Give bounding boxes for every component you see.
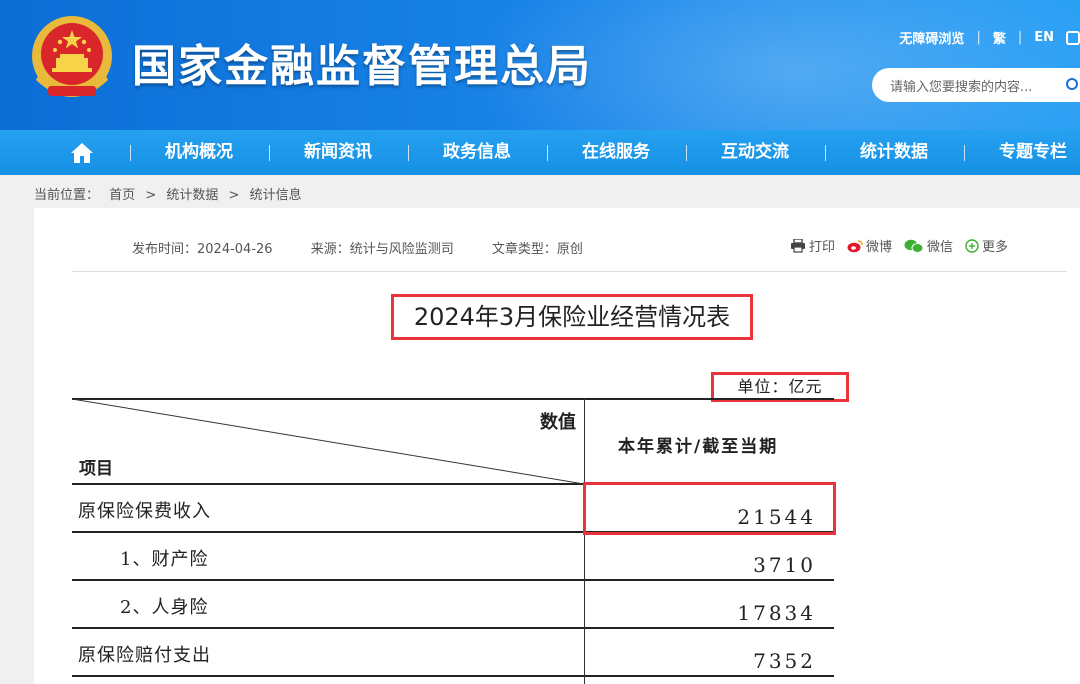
site-title[interactable]: 国家金融监督管理总局 — [132, 30, 592, 94]
nav-divider — [547, 145, 548, 161]
nav-item-interaction[interactable]: 互动交流 — [721, 130, 789, 175]
table-col-divider — [584, 398, 585, 684]
meta-divider — [72, 271, 1067, 272]
more-share-button[interactable]: 更多 — [965, 236, 1008, 255]
breadcrumb-stat-info[interactable]: 统计信息 — [250, 188, 302, 203]
header-item-label: 项目 — [79, 459, 113, 479]
header-column-label: 本年累计/截至当期 — [618, 437, 779, 457]
search-button[interactable] — [1062, 68, 1080, 102]
row-label-claims: 原保险赔付支出 — [78, 645, 211, 666]
wechat-label: 微信 — [927, 240, 954, 255]
document-title: 2024年3月保险业经营情况表 — [391, 294, 753, 340]
nav-item-news[interactable]: 新闻资讯 — [304, 130, 372, 175]
table-rule — [72, 675, 834, 677]
weibo-icon — [847, 239, 863, 252]
mobile-icon[interactable] — [1066, 30, 1080, 45]
row-label-life: 2、人身险 — [120, 597, 209, 618]
breadcrumb-sep: > — [145, 188, 157, 203]
nav-divider — [130, 145, 131, 161]
publish-date: 发布时间：2024-04-26 — [132, 242, 273, 257]
article-meta: 发布时间：2024-04-26 来源：统计与风险监测司 文章类型：原创 — [132, 238, 617, 257]
row-value-life: 17834 — [737, 601, 816, 625]
table-rule — [72, 627, 834, 629]
breadcrumb-home[interactable]: 首页 — [109, 188, 135, 203]
article-source: 来源：统计与风险监测司 — [310, 242, 454, 257]
article-content: 发布时间：2024-04-26 来源：统计与风险监测司 文章类型：原创 打印 微… — [34, 208, 1080, 684]
highlight-box — [583, 482, 836, 535]
search-placeholder: 请输入您要搜索的内容... — [890, 79, 1033, 95]
nav-item-online-services[interactable]: 在线服务 — [582, 130, 650, 175]
row-label-premium: 原保险保费收入 — [78, 501, 211, 522]
weibo-label: 微博 — [866, 240, 893, 255]
nav-item-special-topics[interactable]: 专题专栏 — [999, 130, 1067, 175]
breadcrumb-statistics[interactable]: 统计数据 — [166, 188, 218, 203]
site-header: 国家金融监督管理总局 无障碍浏览 | 繁 | EN 请输入您要搜索的内容... — [0, 0, 1080, 130]
main-nav: 机构概况 新闻资讯 政务信息 在线服务 互动交流 统计数据 专题专栏 — [0, 130, 1080, 175]
row-value-claims: 7352 — [753, 649, 816, 673]
accessibility-link[interactable]: 无障碍浏览 — [899, 28, 964, 47]
table-rule — [72, 579, 834, 581]
breadcrumb-sep: > — [228, 188, 240, 203]
nav-divider — [269, 145, 270, 161]
print-label: 打印 — [809, 240, 836, 255]
divider: | — [976, 30, 981, 45]
breadcrumb: 当前位置： 首页 > 统计数据 > 统计信息 — [34, 184, 308, 203]
insurance-table: 数值 项目 本年累计/截至当期 原保险保费收入 21544 1、财产险 3710… — [72, 398, 836, 684]
english-link[interactable]: EN — [1034, 30, 1054, 45]
weibo-share-button[interactable]: 微博 — [847, 236, 892, 255]
printer-icon — [791, 238, 805, 253]
row-label-property: 1、财产险 — [120, 549, 209, 570]
nav-divider — [825, 145, 826, 161]
header-value-label: 数值 — [540, 412, 576, 433]
breadcrumb-label: 当前位置： — [34, 188, 100, 203]
wechat-icon — [904, 239, 924, 253]
national-emblem-icon[interactable] — [30, 14, 114, 104]
plus-circle-icon — [965, 238, 979, 253]
header-diagonal — [72, 398, 584, 484]
nav-item-statistics[interactable]: 统计数据 — [860, 130, 928, 175]
more-label: 更多 — [982, 240, 1009, 255]
search-icon — [1066, 78, 1078, 90]
nav-divider — [686, 145, 687, 161]
print-button[interactable]: 打印 — [790, 236, 835, 255]
row-value-property: 3710 — [753, 553, 816, 577]
nav-divider — [408, 145, 409, 161]
wechat-share-button[interactable]: 微信 — [904, 236, 953, 255]
nav-divider — [964, 145, 965, 161]
nav-item-gov-info[interactable]: 政务信息 — [443, 130, 511, 175]
home-icon[interactable] — [70, 142, 94, 164]
divider: | — [1017, 30, 1023, 45]
top-links: 无障碍浏览 | 繁 | EN — [899, 28, 1080, 47]
search-input[interactable]: 请输入您要搜索的内容... — [872, 68, 1062, 102]
traditional-chinese-link[interactable]: 繁 — [993, 28, 1006, 47]
nav-item-about[interactable]: 机构概况 — [165, 130, 233, 175]
article-type: 文章类型：原创 — [491, 242, 583, 257]
share-bar: 打印 微博 微信 更多 — [790, 236, 1020, 255]
